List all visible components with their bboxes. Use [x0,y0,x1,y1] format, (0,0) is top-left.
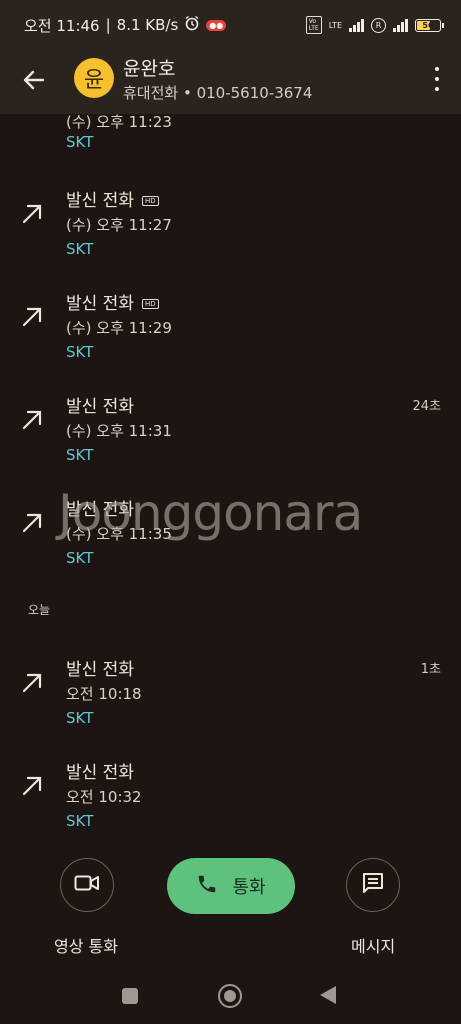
call-type: 발신 전화 [66,500,134,520]
call-carrier: SKT [66,240,94,258]
recording-icon: ●● [206,19,227,31]
call-carrier: SKT [66,446,94,464]
avatar[interactable]: 윤 [74,58,114,98]
call-time: (수) 오후 11:31 [66,422,172,440]
call-item[interactable]: 발신 전화 오전 10:32 SKT [0,758,461,834]
call-type: 발신 전화 [66,397,134,417]
contact-phone: 휴대전화 • 010-5610-3674 [123,84,313,102]
call-time: (수) 오후 11:27 [66,216,172,234]
call-time: (수) 오후 11:35 [66,525,172,543]
call-type: 발신 전화 [66,763,134,783]
outgoing-call-arrow-icon [20,671,44,695]
video-call-button[interactable] [60,858,114,912]
contact-name: 윤완호 [123,58,176,80]
back-arrow-icon[interactable] [20,66,48,94]
call-carrier: SKT [66,343,94,361]
app-header: 윤 윤완호 휴대전화 • 010-5610-3674 [0,50,461,114]
system-nav-bar [0,970,461,1024]
call-type: 발신 전화 HD [66,186,159,211]
status-right: Vo LTE LTE R 56 [305,16,444,34]
videocam-icon [74,874,100,896]
call-time: (수) 오후 11:23 [66,114,172,131]
outgoing-call-arrow-icon [20,408,44,432]
status-time: 오전 11:46 [24,16,100,35]
hd-voice-icon: HD [141,299,159,309]
call-item[interactable]: 발신 전화 HD (수) 오후 11:29 SKT [0,289,461,379]
status-divider: | [105,16,111,34]
call-item[interactable]: 발신 전화 (수) 오후 11:31 SKT 24초 [0,392,461,482]
call-carrier: SKT [66,812,94,830]
phone-icon [196,873,218,900]
battery-icon: 56 [415,18,444,32]
call-button[interactable]: 통화 [167,858,295,914]
call-type: 발신 전화 HD [66,289,159,314]
message-button[interactable] [346,858,400,912]
call-carrier: SKT [66,709,94,727]
call-item[interactable]: 발신 전화 오전 10:18 SKT 1초 [0,655,461,745]
recents-button[interactable] [122,988,138,1004]
more-vert-icon[interactable] [431,67,443,91]
video-call-label: 영상 통화 [54,937,118,956]
nav-back-button[interactable] [320,986,336,1004]
registered-icon: R [371,17,386,33]
message-label: 메시지 [351,937,396,956]
message-icon [361,871,385,899]
call-time: 오전 10:18 [66,685,142,703]
status-left: 오전 11:46 | 8.1 KB/s ●● [24,15,227,36]
call-item[interactable]: 발신 전화 (수) 오후 11:35 SKT [0,495,461,585]
call-duration: 24초 [412,399,441,414]
call-actions: 영상 통화 통화 메시지 [0,855,461,965]
call-type: 발신 전화 [66,660,134,680]
home-button[interactable] [218,984,242,1008]
outgoing-call-arrow-icon [20,305,44,329]
call-history-list[interactable]: (수) 오후 11:23 SKT 발신 전화 HD (수) 오후 11:27 SK… [0,114,461,834]
outgoing-call-arrow-icon [20,511,44,535]
section-header-today: 오늘 [28,603,51,617]
outgoing-call-arrow-icon [20,774,44,798]
call-button-label: 통화 [232,877,266,898]
call-item[interactable]: 발신 전화 HD (수) 오후 11:27 SKT [0,186,461,276]
signal-icon [349,18,364,32]
status-bar: 오전 11:46 | 8.1 KB/s ●● Vo LTE LTE R 56 [0,0,461,50]
call-duration: 1초 [420,662,441,677]
net-speed: 8.1 KB/s [116,16,179,34]
lte-indicator: LTE [328,20,342,30]
call-carrier: SKT [66,549,94,567]
hd-voice-icon: HD [141,196,159,206]
alarm-icon [184,15,200,35]
call-time: 오전 10:32 [66,788,142,806]
battery-level: 56 [422,20,434,30]
call-carrier: SKT [66,133,94,151]
volte-icon: Vo LTE [305,16,322,34]
signal-icon-2 [393,18,408,32]
call-time: (수) 오후 11:29 [66,319,172,337]
outgoing-call-arrow-icon [20,202,44,226]
